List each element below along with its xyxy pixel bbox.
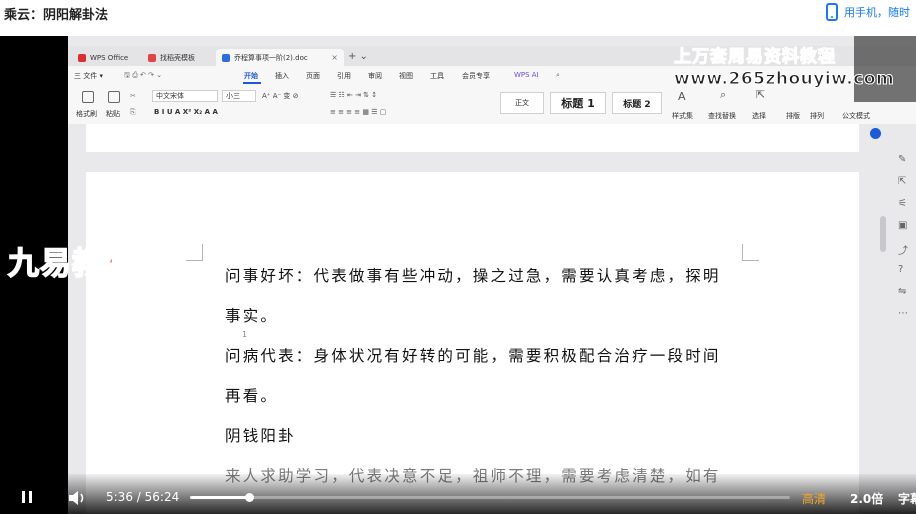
progress-fill — [190, 496, 250, 499]
subtitles-button[interactable]: 字幕 — [898, 490, 916, 507]
official-doc-label: 公文模式 — [842, 112, 870, 120]
quality-button[interactable]: 高清 — [802, 490, 826, 507]
video-player[interactable]: WPS Office 找稻壳模板 乔程算事项一阶(2).doc × + ⌄ 三 … — [0, 36, 916, 514]
font-name-select[interactable]: 中文宋体 — [152, 90, 218, 102]
image-icon[interactable]: ▣ — [898, 220, 907, 231]
cut-icon[interactable]: ✂ — [130, 92, 136, 100]
tab-wps-office[interactable]: WPS Office — [72, 49, 140, 66]
document-line: 问病代表：身体状况有好转的可能，需要积极配合治疗一段时间 — [225, 347, 721, 365]
text-format-icons[interactable]: B I U A X² X₂ A A — [154, 108, 218, 116]
font-name-value: 中文宋体 — [156, 92, 184, 100]
document-line: 再看。 — [225, 387, 279, 405]
tab-label: 乔程算事项一阶(2).doc — [234, 53, 308, 62]
document-page[interactable]: 问事好坏：代表做事有些冲动，操之过急，需要认真考虑，探明 事实。 问病代表：身体… — [86, 172, 859, 514]
list-icons[interactable]: ☰ ☷ ⇤ ⇥ ⇅ ↕ — [330, 91, 377, 99]
total-duration: 56:24 — [144, 490, 180, 504]
template-icon — [148, 53, 156, 62]
menu-reference[interactable]: 引用 — [337, 71, 351, 81]
find-icon[interactable]: ⌕ — [720, 88, 726, 102]
time-separator: / — [136, 490, 141, 504]
tab-document[interactable]: 乔程算事项一阶(2).doc × — [216, 49, 344, 66]
margin-corner-mark — [186, 244, 203, 261]
arrange-label: 排列 — [810, 112, 824, 120]
align-icons[interactable]: ≡ ≡ ≡ ≡ ▦ ☰ ▢ — [330, 108, 386, 116]
mobile-watch-label: 用手机，随时 — [844, 6, 910, 19]
font-size-value: 小三 — [226, 92, 240, 100]
find-replace-label: 查找替换 — [708, 112, 736, 120]
new-tab-icon[interactable]: + ⌄ — [348, 51, 368, 62]
vertical-scrollbar[interactable] — [880, 216, 886, 252]
wps-logo-icon — [78, 53, 86, 62]
volume-svg — [69, 491, 84, 505]
paste-label: 粘贴 — [106, 110, 120, 118]
menu-view[interactable]: 视图 — [399, 71, 413, 81]
wps-ribbon: 格式刷 粘贴 ✂ ⎘ 中文宋体 小三 A⁺ A⁻ 变 ⊘ B I U A X² … — [68, 84, 916, 125]
font-grow-icons[interactable]: A⁺ A⁻ 变 ⊘ — [262, 91, 299, 101]
sort-label: 排版 — [786, 112, 800, 120]
style-body-label: 正文 — [515, 99, 529, 107]
document-line: 事实。 — [225, 307, 279, 325]
speed-button[interactable]: 2.0倍 — [850, 490, 883, 507]
document-canvas[interactable]: 问事好坏：代表做事有些冲动，操之过急，需要认真考虑，探明 事实。 问病代表：身体… — [68, 124, 916, 514]
close-icon[interactable]: × — [331, 53, 338, 62]
share-icon[interactable]: ⤴ — [898, 242, 908, 257]
style-h1-label: 标题 1 — [561, 97, 595, 110]
menu-page[interactable]: 页面 — [306, 71, 320, 81]
page-header: 乘云：阴阳解卦法 用手机，随时 — [0, 0, 916, 36]
select-icon[interactable]: ⇱ — [756, 88, 765, 101]
style-set-label: 样式集 — [672, 112, 693, 120]
menu-tools[interactable]: 工具 — [430, 71, 444, 81]
select-label: 选择 — [752, 112, 766, 120]
page-number: 1 — [242, 330, 248, 339]
document-line: 问事好坏：代表做事有些冲动，操之过急，需要认真考虑，探明 — [225, 267, 721, 285]
menu-wps-ai[interactable]: WPS AI — [514, 71, 539, 79]
format-painter-icon[interactable] — [82, 91, 94, 103]
copy-icon[interactable]: ⎘ — [130, 108, 136, 117]
filter-icon[interactable]: ⚟ — [898, 198, 907, 209]
watermark-channel: 九易教程 — [7, 245, 136, 283]
cursor-icon[interactable]: ⇱ — [898, 176, 906, 187]
quick-toolbar-icons[interactable]: 🖫 ⎙ ↶ ↷ ⌄ — [124, 71, 162, 82]
paste-icon[interactable] — [108, 91, 120, 103]
progress-bar[interactable] — [190, 493, 790, 502]
mobile-watch-link[interactable]: 用手机，随时 — [826, 3, 910, 21]
menu-insert[interactable]: 插入 — [275, 71, 289, 81]
pen-icon[interactable]: ✎ — [898, 154, 906, 165]
right-tool-panel: ✎ ⇱ ⚟ ▣ ⤴ ? ⇋ ⋯ — [894, 126, 916, 426]
style-h2-label: 标题 2 — [623, 99, 651, 110]
style-body[interactable]: 正文 — [500, 92, 544, 114]
menu-review[interactable]: 审阅 — [368, 71, 382, 81]
document-line: 阴钱阳卦 — [225, 427, 296, 445]
more-icon[interactable]: ⋯ — [898, 308, 908, 319]
current-time: 5:36 — [106, 490, 133, 504]
style-heading-1[interactable]: 标题 1 — [550, 92, 606, 114]
watermark-site-url: www.265zhouyiw.com — [673, 69, 895, 90]
document-page-previous — [86, 124, 859, 152]
volume-icon[interactable] — [68, 490, 88, 510]
time-display: 5:36 / 56:24 — [106, 490, 179, 504]
format-painter-label: 格式刷 — [76, 110, 97, 118]
watermark-site-title: 上万套周易资料教程 — [674, 47, 836, 68]
menu-file[interactable]: 三 文件 ▾ — [74, 71, 103, 81]
style-heading-2[interactable]: 标题 2 — [612, 92, 662, 114]
margin-corner-mark — [742, 244, 759, 261]
search-icon[interactable]: ⌕ — [556, 71, 560, 80]
phone-icon — [826, 3, 838, 21]
tab-label: 找稻壳模板 — [160, 53, 195, 62]
menu-member[interactable]: 会员专享 — [462, 71, 490, 81]
location-icon[interactable] — [870, 128, 881, 139]
help-icon[interactable]: ? — [898, 264, 903, 275]
font-size-select[interactable]: 小三 — [222, 90, 256, 102]
doc-icon — [222, 53, 230, 62]
menu-home[interactable]: 开始 — [244, 71, 258, 81]
page-title: 乘云：阴阳解卦法 — [4, 8, 109, 23]
tab-label: WPS Office — [90, 53, 129, 62]
translate-icon[interactable]: ⇋ — [898, 286, 906, 297]
style-set-icon[interactable]: A — [678, 90, 686, 103]
tab-template[interactable]: 找稻壳模板 — [142, 49, 214, 66]
video-frame[interactable]: WPS Office 找稻壳模板 乔程算事项一阶(2).doc × + ⌄ 三 … — [68, 36, 916, 514]
pause-icon[interactable] — [22, 491, 25, 503]
